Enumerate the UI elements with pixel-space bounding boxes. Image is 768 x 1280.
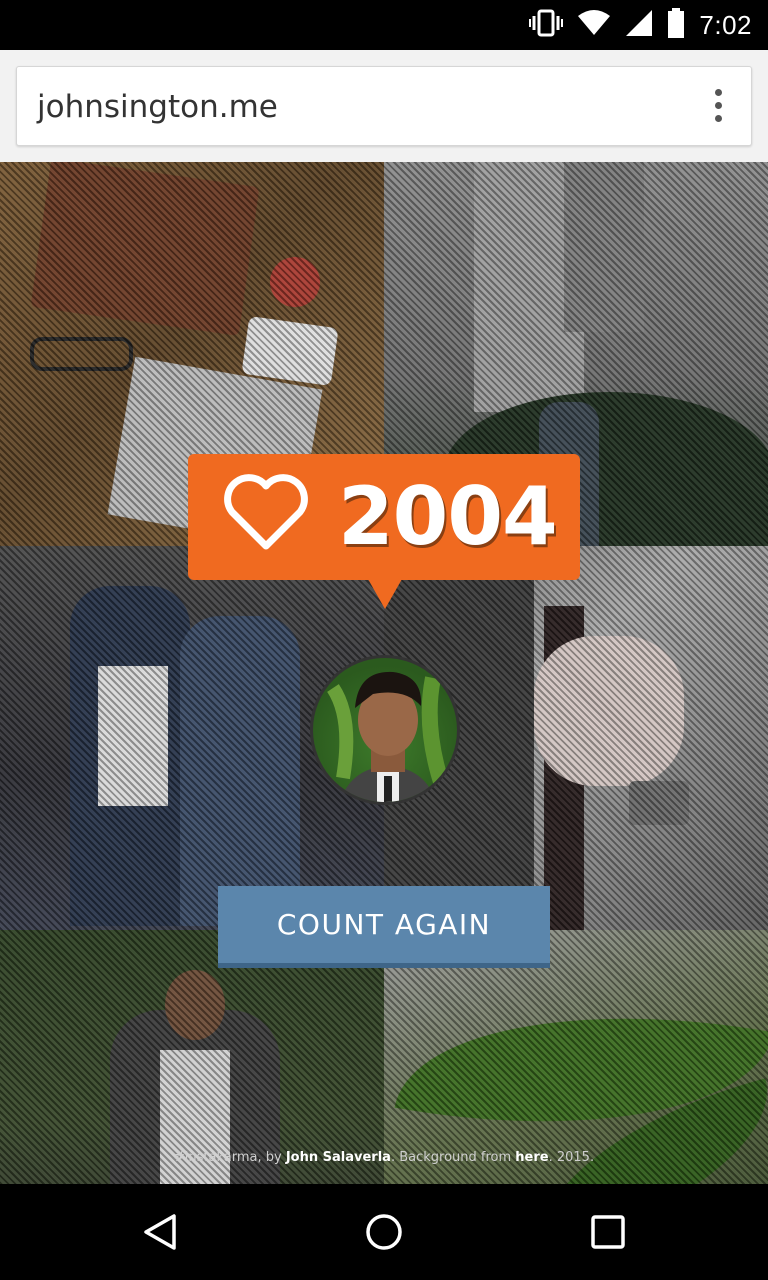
home-icon[interactable] bbox=[364, 1212, 404, 1252]
signal-icon bbox=[625, 9, 653, 41]
background-photo-leaves bbox=[384, 930, 768, 1184]
status-bar: 7:02 bbox=[0, 0, 768, 50]
page-content: 2004 COUNT AGAIN #instakarma, by John Sa… bbox=[0, 162, 768, 1184]
back-icon[interactable] bbox=[140, 1212, 180, 1252]
more-vert-icon[interactable] bbox=[711, 89, 725, 125]
recents-icon[interactable] bbox=[588, 1212, 628, 1252]
background-photo-forest bbox=[0, 930, 384, 1184]
footer-source-link[interactable]: here bbox=[515, 1150, 548, 1165]
status-time: 7:02 bbox=[699, 9, 752, 40]
heart-outline-icon bbox=[224, 472, 308, 552]
count-again-button[interactable]: COUNT AGAIN bbox=[218, 886, 550, 968]
footer-suffix: . 2015. bbox=[548, 1150, 595, 1165]
avatar bbox=[310, 655, 460, 805]
battery-icon bbox=[667, 8, 685, 42]
browser-toolbar: johnsington.me bbox=[0, 50, 768, 162]
karma-count: 2004 bbox=[338, 470, 558, 563]
footer-author: John Salaverla bbox=[285, 1150, 391, 1165]
footer-credit: #instakarma, by John Salaverla. Backgrou… bbox=[0, 1150, 768, 1165]
karma-count-bubble: 2004 bbox=[188, 454, 580, 609]
navigation-bar bbox=[0, 1184, 768, 1280]
vibrate-icon bbox=[529, 9, 564, 41]
footer-prefix: #instakarma, by bbox=[173, 1150, 286, 1165]
url-bar[interactable]: johnsington.me bbox=[16, 66, 752, 146]
wifi-icon bbox=[577, 10, 611, 40]
url-text[interactable]: johnsington.me bbox=[37, 67, 278, 147]
footer-middle: . Background from bbox=[390, 1150, 516, 1165]
